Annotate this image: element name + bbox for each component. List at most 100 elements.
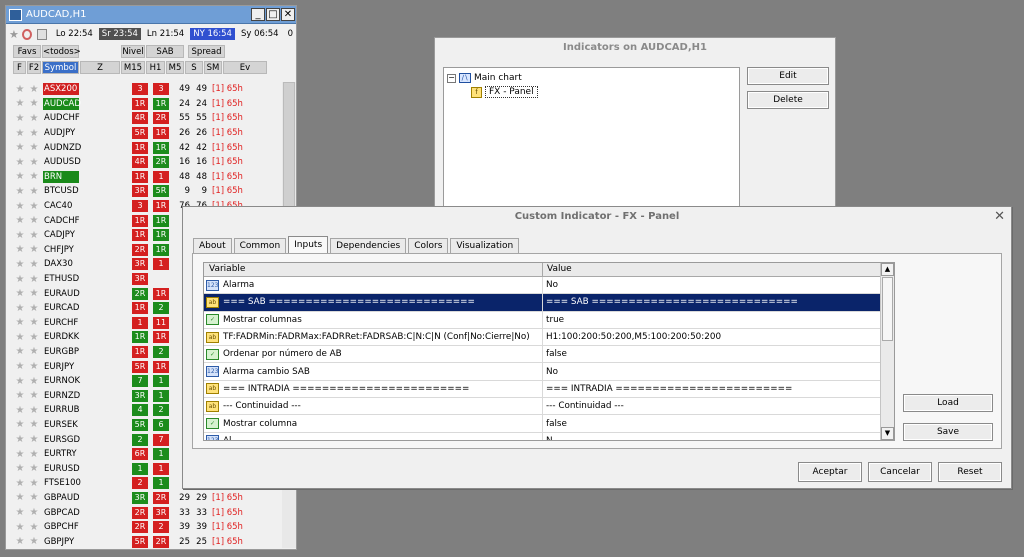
star-icon[interactable]: ★ [27,113,41,124]
symbol-name[interactable]: EURAUD [43,288,80,300]
star-icon[interactable]: ★ [13,259,27,270]
star-icon[interactable]: ★ [27,419,41,430]
h1-header[interactable]: H1 [146,60,165,74]
symbol-name[interactable]: EURNZD [43,390,80,402]
param-row[interactable]: ✓ Ordenar por número de AB false [204,346,894,364]
star-icon[interactable]: ★ [27,288,41,299]
symbol-name[interactable]: EURTRY [43,448,79,460]
value-column-header[interactable]: Value [543,263,894,276]
symbol-name[interactable]: BRN [43,170,79,183]
symbol-name[interactable]: EURUSD [43,463,80,475]
star-icon[interactable]: ★ [27,157,41,168]
tab-inputs[interactable]: Inputs [288,236,329,254]
star-icon[interactable]: ★ [27,186,41,197]
param-value-cell[interactable]: true [543,315,894,325]
tab-visualization[interactable]: Visualization [450,238,520,254]
symbol-name[interactable]: AUDCAD [43,97,81,110]
param-value-cell[interactable]: === SAB ============================ [543,297,894,307]
star-icon[interactable]: ★ [13,142,27,153]
symbol-name[interactable]: FTSE100 [43,477,81,489]
star-icon[interactable]: ★ [13,419,27,430]
param-value-cell[interactable]: --- Continuidad --- [543,401,894,411]
symbol-name[interactable]: ETHUSD [43,273,79,285]
star-icon[interactable]: ★ [13,317,27,328]
star-icon[interactable]: ★ [27,332,41,343]
todos-filter[interactable]: <todos> [42,44,81,58]
reset-button[interactable]: Reset [938,462,1002,482]
tab-dependencies[interactable]: Dependencies [330,238,407,254]
maximize-icon[interactable]: □ [266,8,280,21]
star-icon[interactable]: ★ [27,98,41,109]
symbol-row[interactable]: ★ ★ AUDUSD 4R 2R 16 16 [1] 65h [6,155,286,170]
symbol-name[interactable]: AUDNZD [43,142,81,154]
symbol-name[interactable]: EURGBP [43,346,79,358]
param-variable-cell[interactable]: ✓ Mostrar columnas [204,311,543,328]
star-icon[interactable]: ★ [13,244,27,255]
symbol-row[interactable]: ★ ★ AUDCAD 1R 1R 24 24 [1] 65h [6,97,286,112]
star-icon[interactable]: ★ [13,230,27,241]
param-value-cell[interactable]: false [543,349,894,359]
f2-header[interactable]: F2 [27,60,41,74]
variable-column-header[interactable]: Variable [204,263,543,276]
symbol-name[interactable]: CHFJPY [43,244,79,256]
star-icon[interactable]: ★ [13,113,27,124]
symbol-row[interactable]: ★ ★ AUDJPY 5R 1R 26 26 [1] 65h [6,126,286,141]
star-icon[interactable]: ★ [13,128,27,139]
star-icon[interactable]: ★ [13,361,27,372]
star-icon[interactable]: ★ [27,171,41,182]
star-icon[interactable]: ★ [13,274,27,285]
star-icon[interactable]: ★ [13,186,27,197]
star-icon[interactable]: ★ [27,259,41,270]
star-icon[interactable]: ★ [27,405,41,416]
star-icon[interactable]: ★ [13,449,27,460]
f-header[interactable]: F [13,60,26,74]
minimize-icon[interactable]: _ [251,8,265,21]
param-value-cell[interactable]: No [543,280,894,290]
star-icon[interactable]: ★ [13,507,27,518]
symbol-name[interactable]: BTCUSD [43,185,79,197]
symbol-row[interactable]: ★ ★ AUDCHF 4R 2R 55 55 [1] 65h [6,111,286,126]
symbol-row[interactable]: ★ ★ GBPJPY 5R 2R 25 25 [1] 65h [6,534,286,549]
star-icon[interactable]: ★ [27,390,41,401]
param-row[interactable]: 123 Alarma cambio SAB No [204,363,894,381]
param-row[interactable]: ✓ Mostrar columnas true [204,311,894,329]
favs-header[interactable]: Favs [13,44,41,58]
record-icon[interactable] [22,28,33,40]
s-header[interactable]: S [185,60,203,74]
param-variable-cell[interactable]: ab === INTRADIA ======================== [204,380,543,398]
symbol-name[interactable]: EURCHF [43,317,79,329]
symbol-name[interactable]: GBPCHF [43,521,79,533]
star-icon[interactable]: ★ [27,142,41,153]
m15-header[interactable]: M15 [121,60,145,74]
param-value-cell[interactable]: N... [543,436,894,440]
param-variable-cell[interactable]: ab === SAB ============================ [204,294,543,311]
symbol-row[interactable]: ★ ★ BTCUSD 3R 5R 9 9 [1] 65h [6,184,286,199]
star-icon[interactable]: ★ [27,317,41,328]
param-row[interactable]: ab === SAB ============================ ==… [204,294,894,312]
star-icon[interactable]: ★ [13,536,27,547]
collapse-icon[interactable]: − [447,73,456,83]
symbol-name[interactable]: EURJPY [43,361,79,373]
z-header[interactable]: Z [80,60,120,74]
star-icon[interactable]: ★ [27,84,41,95]
star-icon[interactable]: ★ [27,244,41,255]
param-row[interactable]: ab --- Continuidad --- --- Continuidad --- [204,398,894,416]
star-icon[interactable]: ★ [13,332,27,343]
symbol-row[interactable]: ★ ★ GBPCHF 2R 2 39 39 [1] 65h [6,520,286,535]
symbol-name[interactable]: AUDCHF [43,112,80,124]
star-icon[interactable]: ★ [13,98,27,109]
star-icon[interactable]: ★ [27,507,41,518]
nivel-header[interactable]: Nivel [121,44,145,58]
star-icon[interactable]: ★ [13,201,27,212]
star-icon[interactable]: ★ [27,434,41,445]
tree-item-fx-panel[interactable]: f FX - Panel [447,85,736,99]
star-icon[interactable]: ★ [13,376,27,387]
m5-header[interactable]: M5 [166,60,184,74]
symbol-name[interactable]: CADCHF [43,215,80,227]
close-icon[interactable]: ✕ [281,8,295,21]
grid-scrollbar[interactable]: ▲ ▼ [880,263,894,440]
symbol-name[interactable]: EURSEK [43,419,79,431]
symbol-name[interactable]: CAC40 [43,200,79,212]
star-icon[interactable]: ★ [9,28,19,41]
param-row[interactable]: ab TF:FADRMin:FADRMax:FADRRet:FADRSAB:C|N… [204,328,894,347]
